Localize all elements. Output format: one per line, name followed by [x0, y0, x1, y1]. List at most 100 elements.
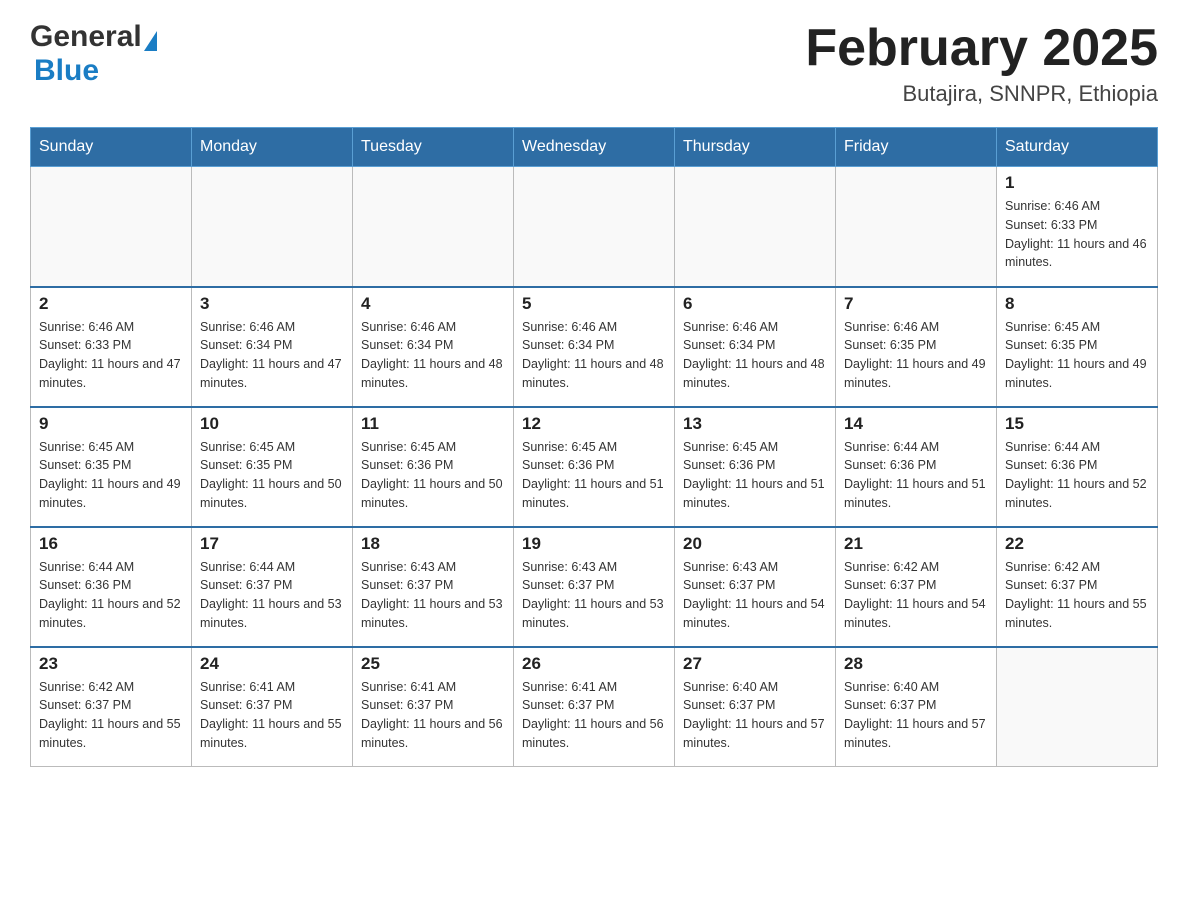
sunrise-text: Sunrise: 6:41 AM [200, 680, 295, 694]
table-row [353, 167, 514, 287]
day-number: 14 [844, 414, 988, 434]
day-info: Sunrise: 6:44 AMSunset: 6:36 PMDaylight:… [1005, 438, 1149, 513]
sunset-text: Sunset: 6:37 PM [361, 698, 453, 712]
sunset-text: Sunset: 6:35 PM [844, 338, 936, 352]
day-info: Sunrise: 6:42 AMSunset: 6:37 PMDaylight:… [39, 678, 183, 753]
daylight-text: Daylight: 11 hours and 53 minutes. [522, 597, 664, 630]
sunset-text: Sunset: 6:36 PM [844, 458, 936, 472]
table-row: 3Sunrise: 6:46 AMSunset: 6:34 PMDaylight… [192, 287, 353, 407]
sunset-text: Sunset: 6:36 PM [361, 458, 453, 472]
day-number: 5 [522, 294, 666, 314]
sunrise-text: Sunrise: 6:45 AM [683, 440, 778, 454]
day-info: Sunrise: 6:46 AMSunset: 6:34 PMDaylight:… [683, 318, 827, 393]
sunset-text: Sunset: 6:36 PM [1005, 458, 1097, 472]
daylight-text: Daylight: 11 hours and 48 minutes. [683, 357, 825, 390]
day-info: Sunrise: 6:44 AMSunset: 6:36 PMDaylight:… [39, 558, 183, 633]
sunrise-text: Sunrise: 6:44 AM [844, 440, 939, 454]
sunrise-text: Sunrise: 6:46 AM [200, 320, 295, 334]
day-info: Sunrise: 6:41 AMSunset: 6:37 PMDaylight:… [200, 678, 344, 753]
table-row [997, 647, 1158, 767]
daylight-text: Daylight: 11 hours and 48 minutes. [361, 357, 503, 390]
table-row [31, 167, 192, 287]
day-number: 18 [361, 534, 505, 554]
sunset-text: Sunset: 6:35 PM [200, 458, 292, 472]
day-info: Sunrise: 6:43 AMSunset: 6:37 PMDaylight:… [361, 558, 505, 633]
table-row: 27Sunrise: 6:40 AMSunset: 6:37 PMDayligh… [675, 647, 836, 767]
sunset-text: Sunset: 6:37 PM [200, 578, 292, 592]
sunrise-text: Sunrise: 6:46 AM [844, 320, 939, 334]
table-row [514, 167, 675, 287]
daylight-text: Daylight: 11 hours and 55 minutes. [39, 717, 181, 750]
page-header: General Blue February 2025 Butajira, SNN… [30, 20, 1158, 107]
sunrise-text: Sunrise: 6:45 AM [361, 440, 456, 454]
col-tuesday: Tuesday [353, 128, 514, 167]
table-row: 6Sunrise: 6:46 AMSunset: 6:34 PMDaylight… [675, 287, 836, 407]
table-row: 8 Sunrise: 6:45 AMSunset: 6:35 PMDaylight… [997, 287, 1158, 407]
sunrise-text: Sunrise: 6:44 AM [200, 560, 295, 574]
sunset-text: Sunset: 6:37 PM [683, 578, 775, 592]
sunset-text: Sunset: 6:37 PM [1005, 578, 1097, 592]
table-row: 28Sunrise: 6:40 AMSunset: 6:37 PMDayligh… [836, 647, 997, 767]
day-number: 11 [361, 414, 505, 434]
day-info: Sunrise: 6:44 AM Sunset: 6:36 PM Daylight:… [844, 438, 988, 513]
day-info: Sunrise: 6:43 AMSunset: 6:37 PMDaylight:… [683, 558, 827, 633]
logo-triangle-icon [144, 31, 157, 51]
sunrise-text: Sunrise: 6:41 AM [361, 680, 456, 694]
sunrise-text: Sunrise: 6:45 AM [39, 440, 134, 454]
daylight-text: Daylight: 11 hours and 51 minutes. [683, 477, 825, 510]
day-info: Sunrise: 6:45 AMSunset: 6:36 PMDaylight:… [683, 438, 827, 513]
calendar-week-row: 2Sunrise: 6:46 AMSunset: 6:33 PMDaylight… [31, 287, 1158, 407]
daylight-text: Daylight: 11 hours and 50 minutes. [361, 477, 503, 510]
calendar-header-row: Sunday Monday Tuesday Wednesday Thursday… [31, 128, 1158, 167]
sunrise-text: Sunrise: 6:40 AM [844, 680, 939, 694]
sunrise-text: Sunrise: 6:42 AM [844, 560, 939, 574]
table-row: 23 Sunrise: 6:42 AMSunset: 6:37 PMDayligh… [31, 647, 192, 767]
sunrise-text: Sunrise: 6:41 AM [522, 680, 617, 694]
table-row: 10Sunrise: 6:45 AMSunset: 6:35 PMDayligh… [192, 407, 353, 527]
table-row: 14 Sunrise: 6:44 AM Sunset: 6:36 PM Dayligh… [836, 407, 997, 527]
col-sunday: Sunday [31, 128, 192, 167]
sunrise-text: Sunrise: 6:46 AM [683, 320, 778, 334]
sunset-text: Sunset: 6:37 PM [522, 578, 614, 592]
table-row [192, 167, 353, 287]
table-row: 9Sunrise: 6:45 AMSunset: 6:35 PMDaylight… [31, 407, 192, 527]
day-info: Sunrise: 6:42 AMSunset: 6:37 PMDaylight:… [844, 558, 988, 633]
sunrise-text: Sunrise: 6:45 AM [200, 440, 295, 454]
sunset-text: Sunset: 6:34 PM [361, 338, 453, 352]
sunrise-text: Sunrise: 6:42 AM [39, 680, 134, 694]
daylight-text: Daylight: 11 hours and 48 minutes. [522, 357, 664, 390]
sunrise-text: Sunrise: 6:44 AM [1005, 440, 1100, 454]
daylight-text: Daylight: 11 hours and 51 minutes. [844, 477, 986, 510]
daylight-text: Daylight: 11 hours and 51 minutes. [522, 477, 664, 510]
day-info: Sunrise: 6:46 AMSunset: 6:34 PMDaylight:… [200, 318, 344, 393]
calendar-week-row: 23Sunrise: 6:42 AMSunset: 6:37 PMDayligh… [31, 647, 1158, 767]
daylight-text: Daylight: 11 hours and 53 minutes. [200, 597, 342, 630]
table-row: 19Sunrise: 6:43 AMSunset: 6:37 PMDayligh… [514, 527, 675, 647]
daylight-text: Daylight: 11 hours and 57 minutes. [683, 717, 825, 750]
logo-general-text: General [30, 20, 142, 54]
day-info: Sunrise: 6:45 AMSunset: 6:35 PMDaylight:… [1005, 318, 1149, 393]
day-info: Sunrise: 6:45 AMSunset: 6:35 PMDaylight:… [200, 438, 344, 513]
col-monday: Monday [192, 128, 353, 167]
day-info: Sunrise: 6:45 AMSunset: 6:36 PMDaylight:… [522, 438, 666, 513]
day-number: 23 [39, 654, 183, 674]
day-number: 8 [1005, 294, 1149, 314]
day-number: 12 [522, 414, 666, 434]
table-row: 16Sunrise: 6:44 AMSunset: 6:36 PMDayligh… [31, 527, 192, 647]
day-info: Sunrise: 6:41 AMSunset: 6:37 PMDaylight:… [361, 678, 505, 753]
daylight-text: Daylight: 11 hours and 57 minutes. [844, 717, 986, 750]
day-number: 2 [39, 294, 183, 314]
table-row: 5Sunrise: 6:46 AMSunset: 6:34 PMDaylight… [514, 287, 675, 407]
logo: General Blue [30, 20, 157, 88]
day-info: Sunrise: 6:46 AMSunset: 6:33 PMDaylight:… [1005, 197, 1149, 272]
table-row: 21Sunrise: 6:42 AMSunset: 6:37 PMDayligh… [836, 527, 997, 647]
sunrise-text: Sunrise: 6:44 AM [39, 560, 134, 574]
sunset-text: Sunset: 6:36 PM [522, 458, 614, 472]
sunrise-text: Sunrise: 6:40 AM [683, 680, 778, 694]
sunset-text: Sunset: 6:34 PM [200, 338, 292, 352]
sunset-text: Sunset: 6:34 PM [522, 338, 614, 352]
sunset-text: Sunset: 6:37 PM [522, 698, 614, 712]
col-friday: Friday [836, 128, 997, 167]
day-number: 24 [200, 654, 344, 674]
calendar-table: Sunday Monday Tuesday Wednesday Thursday… [30, 127, 1158, 767]
